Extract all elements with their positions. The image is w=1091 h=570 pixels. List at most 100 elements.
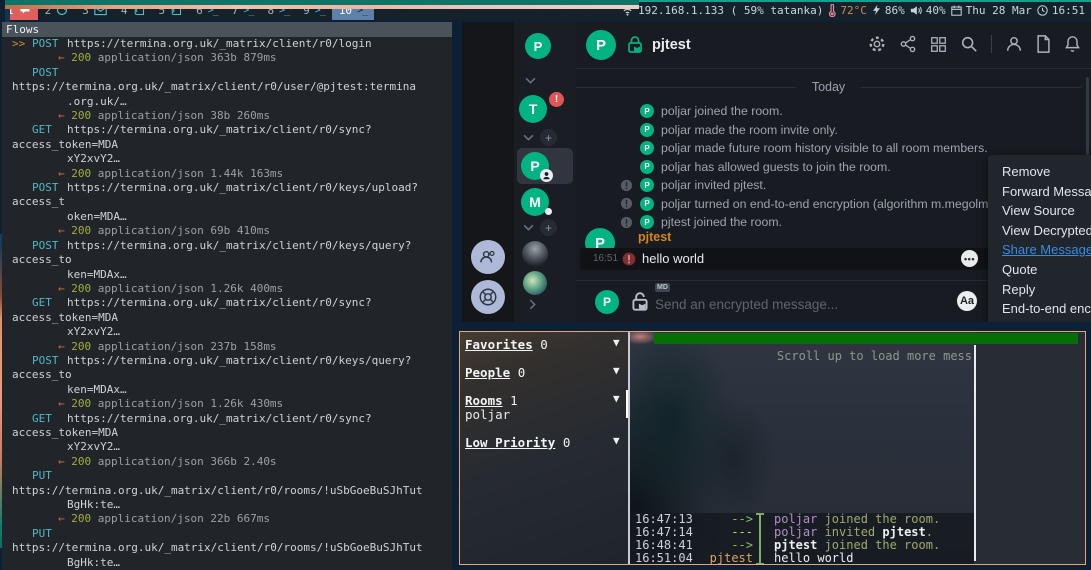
context-menu-item-label[interactable]: View Source	[1002, 203, 1075, 218]
collapse-triangle-icon[interactable]: ▼	[613, 434, 620, 447]
roomlist-scrollbar[interactable]	[626, 390, 628, 418]
state-event-row[interactable]: P poljar joined the room.	[576, 102, 1091, 121]
roomlist-item-poljar[interactable]: poljar	[465, 407, 510, 422]
members-icon[interactable]	[1005, 35, 1023, 53]
notification-badge: !	[549, 92, 564, 107]
response-meta: application/json 363b 879ms	[98, 51, 277, 64]
context-menu-item[interactable]: View Decrypted S	[1002, 221, 1091, 241]
log-sender: pjtest	[697, 552, 753, 565]
flow-url: https://termina.org.uk/_matrix/client/r0…	[12, 354, 411, 381]
context-menu-item[interactable]: Remove	[1002, 162, 1091, 182]
roomlist-section-people[interactable]: People 0	[465, 365, 525, 380]
response-arrow: ←	[58, 282, 65, 295]
context-menu-item[interactable]: Forward Message	[1002, 182, 1091, 202]
composer-lock-icon[interactable]	[630, 291, 650, 313]
formatting-button[interactable]: Aa	[957, 291, 977, 311]
chevron-down-icon[interactable]	[525, 77, 536, 84]
flow-row[interactable]: POSThttps://termina.org.uk/_matrix/clien…	[12, 239, 452, 297]
flow-row[interactable]: GEThttps://termina.org.uk/_matrix/client…	[12, 412, 452, 470]
flow-method: POST	[32, 181, 67, 195]
event-avatar: P	[640, 197, 654, 211]
flow-row[interactable]: >>POSThttps://termina.org.uk/_matrix/cli…	[12, 37, 452, 66]
state-event-row[interactable]: P poljar made the room invite only.	[576, 121, 1091, 140]
context-menu-item-label[interactable]: Share Message	[1002, 242, 1091, 257]
response-status: 200	[71, 282, 91, 295]
add-room-button[interactable]: +	[540, 219, 557, 236]
flow-row[interactable]: GEThttps://termina.org.uk/_matrix/client…	[12, 123, 452, 181]
response-arrow: ←	[58, 512, 65, 525]
search-icon[interactable]	[960, 35, 978, 53]
room-avatar-image[interactable]	[523, 271, 547, 295]
encrypted-lock-icon	[626, 35, 644, 55]
files-icon[interactable]	[1036, 35, 1051, 53]
settings-gear-icon[interactable]	[868, 35, 886, 53]
e2e-shield-icon	[620, 216, 633, 229]
chevron-down-icon[interactable]	[523, 134, 534, 141]
message-text: hello world	[642, 251, 704, 266]
context-menu-item[interactable]: Share Message	[1002, 240, 1091, 260]
share-icon[interactable]	[899, 35, 917, 53]
context-menu-item-label[interactable]: Remove	[1002, 164, 1050, 179]
room-avatar-t[interactable]: T	[519, 95, 547, 123]
notifications-bell-icon[interactable]	[1064, 35, 1081, 53]
collapse-triangle-icon[interactable]: ▼	[613, 336, 620, 349]
flow-url-continuation: xY2xvY2…	[12, 440, 452, 454]
response-arrow: ←	[58, 109, 65, 122]
flow-row[interactable]: POSThttps://termina.org.uk/_matrix/clien…	[12, 66, 452, 124]
flow-url-continuation: oken=MDA…	[12, 210, 452, 224]
speaker-icon	[910, 5, 922, 16]
clock-icon	[1037, 5, 1048, 16]
room-avatar-image[interactable]	[522, 241, 548, 267]
community-people-button[interactable]	[471, 240, 505, 274]
context-menu-item-label[interactable]: Forward Message	[1002, 184, 1091, 199]
event-text: poljar invited pjtest.	[661, 178, 766, 192]
context-menu-item[interactable]: Reply	[1002, 280, 1091, 300]
flow-method: GET	[32, 296, 67, 310]
flow-row[interactable]: PUThttps://termina.org.uk/_matrix/client…	[12, 469, 452, 527]
flow-row[interactable]: PUThttps://termina.org.uk/_matrix/client…	[12, 527, 452, 570]
flow-url-continuation: BgHk:te…	[12, 498, 452, 512]
log-row[interactable]: 16:51:04pjtesthello world	[630, 552, 974, 565]
add-room-button[interactable]: +	[540, 129, 557, 146]
temperature-status: 72°C	[828, 4, 867, 17]
roomlist-section-favorites[interactable]: Favorites 0	[465, 337, 548, 352]
room-header-avatar[interactable]: P	[586, 30, 616, 60]
apps-grid-icon[interactable]	[930, 36, 947, 53]
flow-method: POST	[32, 37, 67, 51]
context-menu-item[interactable]: End-to-end encry	[1002, 299, 1091, 319]
flow-row[interactable]: GEThttps://termina.org.uk/_matrix/client…	[12, 296, 452, 354]
context-menu-item-label[interactable]: Reply	[1002, 282, 1035, 297]
chevron-right-icon[interactable]	[529, 299, 536, 310]
log-text: joined the room.	[817, 512, 940, 526]
context-menu-item-label[interactable]: Quote	[1002, 262, 1037, 277]
markdown-badge[interactable]: MD	[655, 283, 670, 292]
help-button[interactable]	[471, 280, 505, 314]
pane-separator[interactable]	[974, 345, 976, 561]
response-meta: application/json 237b 158ms	[98, 340, 277, 353]
prefix-separator-bar	[759, 514, 761, 564]
chevron-down-icon[interactable]	[523, 224, 534, 231]
message-timestamp: 16:51	[593, 253, 618, 264]
message-options-button[interactable]: •••	[961, 250, 978, 267]
flow-method: GET	[32, 412, 67, 426]
collapse-triangle-icon[interactable]: ▼	[613, 364, 620, 377]
flow-row[interactable]: POSThttps://termina.org.uk/_matrix/clien…	[12, 181, 452, 239]
roomlist-section-rooms[interactable]: Rooms 1	[465, 393, 518, 408]
event-avatar: P	[640, 141, 654, 155]
message-sender-name[interactable]: pjtest	[638, 230, 671, 244]
response-status: 200	[71, 340, 91, 353]
flow-url-continuation: xY2xvY2…	[12, 325, 452, 339]
flow-row[interactable]: POSThttps://termina.org.uk/_matrix/clien…	[12, 354, 452, 412]
lightning-icon	[872, 4, 881, 16]
context-menu-item-label[interactable]: View Decrypted S	[1002, 223, 1091, 238]
roomlist-section-low-priority[interactable]: Low Priority 0	[465, 435, 570, 450]
collapse-triangle-icon[interactable]: ▼	[613, 392, 620, 405]
separator-tick	[756, 513, 764, 515]
context-menu-item[interactable]: View Source	[1002, 201, 1091, 221]
user-avatar[interactable]: P	[525, 33, 551, 59]
composer-avatar: P	[595, 290, 619, 314]
message-input[interactable]: Send an encrypted message...	[655, 297, 838, 312]
context-menu-item[interactable]: Quote	[1002, 260, 1091, 280]
section-count: 1	[510, 393, 518, 408]
context-menu-item-label[interactable]: End-to-end encry	[1002, 301, 1091, 316]
